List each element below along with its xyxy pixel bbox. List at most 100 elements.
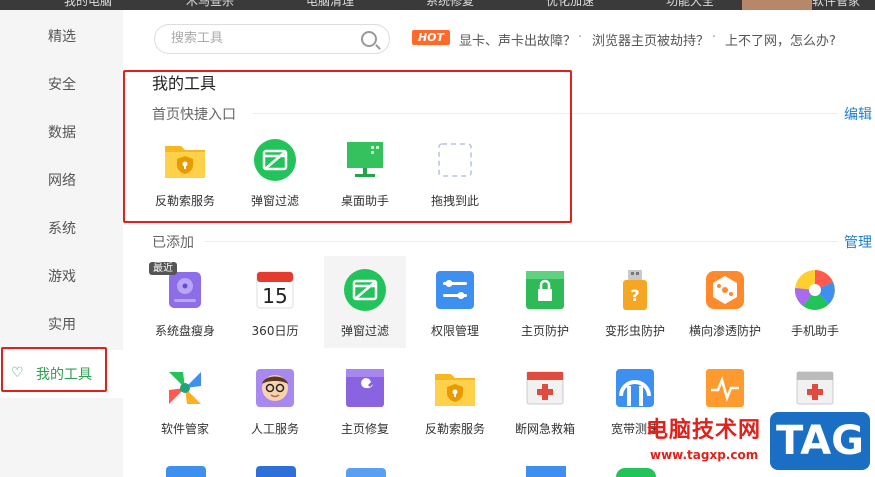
- quick-tool-anti-ransom[interactable]: 反勒索服务: [144, 138, 226, 209]
- tool-label: 反勒索服务: [154, 194, 215, 208]
- hot-link[interactable]: 上不了网，怎么办?: [725, 30, 836, 49]
- homepage-lock-icon: [523, 268, 567, 312]
- tool-anti-ransom[interactable]: 反勒索服务: [414, 366, 496, 437]
- homepage-repair-icon: [343, 366, 387, 410]
- sidebar-item-label: 数据: [48, 125, 76, 141]
- tool-label: 拖拽到此: [430, 194, 479, 208]
- software-manager-icon: [163, 366, 207, 410]
- watermark-logo: TAG: [770, 412, 870, 470]
- calendar-day: 15: [262, 284, 287, 308]
- firstaid-box-icon: [793, 366, 837, 410]
- sidebar-item-security[interactable]: 安全: [0, 60, 123, 108]
- search-box[interactable]: [154, 24, 390, 54]
- sidebar-item-label: 网络: [48, 173, 76, 189]
- quick-tool-desktop-assistant[interactable]: 桌面助手: [324, 138, 406, 209]
- watermark: 电脑技术网 www.tagxp.com TAG: [640, 412, 875, 477]
- manage-button[interactable]: 管理: [844, 232, 872, 252]
- phone-assistant-icon: [793, 268, 837, 312]
- search-icon[interactable]: [361, 31, 377, 47]
- top-nav-item[interactable]: 木马查杀: [186, 0, 234, 9]
- divider: [204, 241, 838, 242]
- watermark-url: www.tagxp.com: [650, 448, 759, 462]
- sidebar-item-utility[interactable]: 实用: [0, 300, 123, 348]
- tool-usb-protect[interactable]: ? 变形虫防护: [594, 268, 676, 339]
- tool-human-service[interactable]: 人工服务: [234, 366, 316, 437]
- sidebar-item-games[interactable]: 游戏: [0, 252, 123, 300]
- search-input[interactable]: [171, 31, 361, 46]
- tool-icon-partial[interactable]: [166, 466, 206, 477]
- hot-link[interactable]: 显卡、声卡出故障？: [459, 30, 576, 49]
- calendar-icon: 15: [253, 268, 297, 312]
- quick-tool-drop-target[interactable]: 拖拽到此: [414, 138, 496, 209]
- drop-target-icon: [433, 138, 477, 182]
- top-nav-item[interactable]: 软件管家: [812, 0, 860, 9]
- shield-folder-icon: [433, 366, 477, 410]
- tool-label: 弹窗过滤: [250, 194, 299, 208]
- tool-label: 主页防护: [520, 324, 569, 338]
- tool-label: 系统盘瘦身: [154, 324, 215, 338]
- popup-filter-icon: [253, 138, 297, 182]
- tool-phone-assistant[interactable]: 手机助手: [774, 268, 856, 339]
- separator: ·: [578, 30, 583, 45]
- tool-label: 反勒索服务: [424, 422, 485, 436]
- svg-text:?: ?: [630, 286, 639, 305]
- tool-label: 权限管理: [430, 324, 479, 338]
- tool-label: 主页修复: [340, 422, 389, 436]
- sidebar-item-label: 系统: [48, 221, 76, 237]
- sidebar-item-label: 安全: [48, 77, 76, 93]
- recent-badge: 最近: [149, 262, 177, 275]
- quick-tool-popup-filter[interactable]: 弹窗过滤: [234, 138, 316, 209]
- separator: ·: [712, 30, 717, 45]
- tool-icon-partial[interactable]: [346, 468, 386, 477]
- lateral-shield-icon: [703, 268, 747, 312]
- tool-network-firstaid[interactable]: 断网急救箱: [504, 366, 586, 437]
- tool-label: 软件管家: [160, 422, 209, 436]
- tool-lateral-protect[interactable]: 横向渗透防护: [684, 268, 766, 339]
- sidebar-item-label: 游戏: [48, 269, 76, 285]
- top-nav-item[interactable]: 功能大全: [666, 0, 714, 9]
- top-nav-item[interactable]: 优化加速: [546, 0, 594, 9]
- sidebar-item-network[interactable]: 网络: [0, 156, 123, 204]
- tool-permission[interactable]: 权限管理: [414, 268, 496, 339]
- tool-calendar[interactable]: 15 360日历: [234, 268, 316, 339]
- sidebar-item-system[interactable]: 系统: [0, 204, 123, 252]
- tool-icon-partial[interactable]: [526, 466, 566, 477]
- added-section-title: 已添加: [152, 235, 194, 251]
- usb-shield-icon: ?: [613, 268, 657, 312]
- sidebar-item-featured[interactable]: 精选: [0, 12, 123, 60]
- highlight-box-my-tools: [1, 347, 107, 392]
- tool-icon-partial[interactable]: [256, 466, 296, 477]
- sidebar: 精选 安全 数据 网络 系统 游戏 实用 ♡ 我的工具: [0, 10, 123, 477]
- tool-disk-slim[interactable]: 最近 系统盘瘦身: [144, 262, 226, 339]
- sidebar-item-data[interactable]: 数据: [0, 108, 123, 156]
- tool-label: 人工服务: [250, 422, 299, 436]
- avatar[interactable]: [742, 0, 812, 10]
- shield-folder-icon: [163, 138, 207, 182]
- tool-label: 变形虫防护: [604, 324, 665, 338]
- tool-label: 断网急救箱: [514, 422, 575, 436]
- tool-homepage-protect[interactable]: 主页防护: [504, 268, 586, 339]
- tool-software-manager[interactable]: 软件管家: [144, 366, 226, 437]
- disk-slim-icon: 最近: [149, 262, 207, 312]
- top-nav-bar: 我的电脑 木马查杀 电脑清理 系统修复 优化加速 功能大全 软件管家: [0, 0, 875, 10]
- tool-label: 弹窗过滤: [340, 324, 389, 338]
- top-nav-item[interactable]: 系统修复: [426, 0, 474, 9]
- hot-link[interactable]: 浏览器主页被劫持？: [592, 30, 709, 49]
- popup-filter-icon: [343, 268, 387, 312]
- human-service-icon: [253, 366, 297, 410]
- tool-label: 桌面助手: [340, 194, 389, 208]
- sidebar-item-label: 实用: [48, 317, 76, 333]
- tool-label: 360日历: [251, 324, 299, 338]
- edit-button[interactable]: 编辑: [844, 104, 872, 124]
- watermark-text: 电脑技术网: [646, 418, 762, 443]
- network-firstaid-icon: [523, 366, 567, 410]
- speed-test-icon: [613, 366, 657, 410]
- tool-homepage-repair[interactable]: 主页修复: [324, 366, 406, 437]
- desktop-assistant-icon: [343, 138, 387, 182]
- top-nav-item[interactable]: 电脑清理: [306, 0, 354, 9]
- top-nav-item[interactable]: 我的电脑: [64, 0, 112, 9]
- tool-label: 手机助手: [790, 324, 839, 338]
- permission-icon: [433, 268, 477, 312]
- tool-label: 横向渗透防护: [688, 324, 761, 338]
- tool-popup-filter[interactable]: 弹窗过滤: [324, 256, 406, 348]
